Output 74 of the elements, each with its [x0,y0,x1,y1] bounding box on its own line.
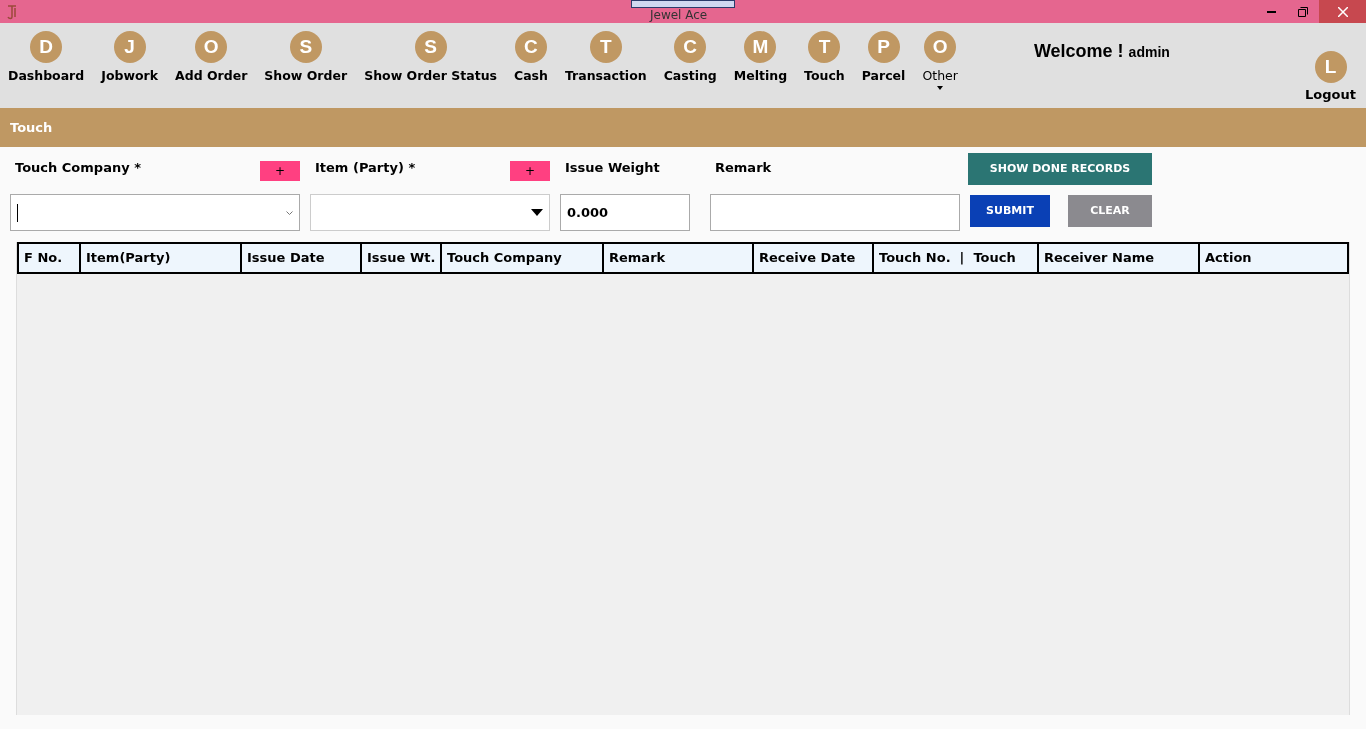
column-header: Item(Party) [79,244,240,272]
nav-item[interactable]: J Jobwork [93,23,167,86]
letter-avatar: M [744,31,777,63]
nav-item[interactable]: C Cash [506,23,556,86]
nav-label: Dashboard [8,67,85,85]
dropdown-arrow-icon [531,209,543,216]
letter-avatar: C [514,31,547,63]
letter-avatar: O [195,31,228,63]
letter-avatar: P [867,31,900,63]
touch-company-combobox[interactable] [10,194,300,231]
nav-item[interactable]: S Show Order [256,23,356,86]
nav-label: Show Order Status [364,67,497,85]
username: admin [1128,43,1170,62]
nav-item[interactable]: D Dashboard [0,23,93,86]
item-party-dropdown[interactable] [310,194,550,231]
remark-field[interactable] [710,194,960,231]
nav-label: Melting [733,67,788,85]
close-icon [1337,6,1348,17]
nav-item[interactable]: T Touch [796,23,853,86]
nav-label: Other [922,67,958,85]
section-title: Touch [10,118,53,137]
nav-item[interactable]: P Parcel [853,23,914,86]
nav-label: Show Order [264,67,348,85]
column-header: Receiver Name [1037,244,1198,272]
column-header: Remark [602,244,752,272]
drag-handle[interactable] [631,0,735,8]
column-header: Issue Wt. [360,244,440,272]
add-button[interactable]: + [510,161,550,181]
welcome-text: Welcome ! [1033,40,1124,63]
nav-label: Parcel [861,67,906,85]
field-label: Touch Company * [15,159,141,178]
field-label: Item (Party) * [315,159,416,178]
nav-item[interactable]: M Melting [725,23,796,86]
letter-avatar: S [414,31,447,63]
column-header: F No. [23,249,64,268]
app-logo-icon [5,3,19,20]
add-button[interactable]: + [260,161,300,181]
logout-button[interactable]: L Logout [1305,51,1356,105]
column-header: Touch Company [440,244,602,272]
letter-avatar: S [289,31,322,63]
letter-avatar: T [589,31,622,63]
submit-button[interactable]: SUBMIT [970,195,1050,227]
nav-item[interactable]: C Casting [655,23,725,86]
field-label: Issue Weight [565,159,660,178]
window-title: Jewel Ace [650,8,708,22]
letter-avatar: J [113,31,146,63]
column-header: Receive Date [752,244,872,272]
column-header: Touch No. | Touch [872,244,1037,272]
minimize-icon [1266,10,1276,13]
nav-label: Transaction [564,67,647,85]
nav-label: Jobwork [101,67,159,85]
logout-label: Logout [1305,86,1356,104]
nav-label: Casting [663,67,717,85]
nav-item[interactable]: T Transaction [556,23,655,86]
issue-weight-field[interactable]: 0.000 [560,194,690,231]
letter-avatar: T [808,31,841,63]
restore-icon [1298,6,1308,17]
nav-item[interactable]: O Other [914,23,966,90]
letter-avatar: D [30,31,63,63]
nav-item[interactable]: O Add Order [167,23,256,86]
chevron-icon [286,210,293,215]
caret-icon [937,85,944,90]
column-header: Issue Date [240,244,360,272]
nav-item[interactable]: S Show Order Status [356,23,505,86]
field-label: Remark [715,159,772,178]
nav-label: Cash [514,67,548,85]
text-caret [17,203,18,222]
nav-label: Touch [804,67,845,85]
letter-avatar: O [924,31,957,63]
nav-label: Add Order [175,67,248,85]
column-header: Action [1198,244,1353,272]
show-done-records-button[interactable]: SHOW DONE RECORDS [968,153,1152,185]
letter-avatar: L [1314,51,1347,83]
letter-avatar: C [674,31,707,63]
